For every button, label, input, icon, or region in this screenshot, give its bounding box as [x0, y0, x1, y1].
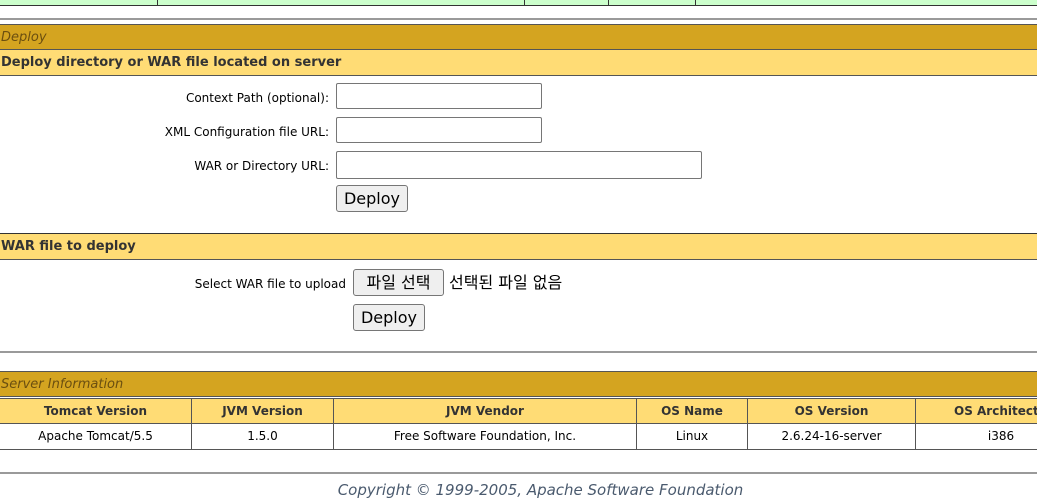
context-path-input[interactable] — [336, 83, 542, 109]
jvm-vendor-value: Free Software Foundation, Inc. — [393, 429, 577, 443]
select-war-label: Select WAR file to upload — [194, 277, 346, 291]
no-file-selected-text: 선택된 파일 없음 — [449, 273, 563, 292]
deploy-war-button[interactable]: Deploy — [353, 304, 425, 331]
header-os-architecture: OS Architecture — [954, 404, 1037, 418]
divider — [0, 472, 1037, 474]
war-directory-url-label: WAR or Directory URL: — [194, 159, 329, 173]
tomcat-version-value: Apache Tomcat/5.5 — [38, 429, 153, 443]
war-upload-subtitle: WAR file to deploy — [0, 234, 1037, 260]
table-cell-divider — [524, 0, 525, 5]
header-jvm-vendor: JVM Vendor — [446, 404, 524, 418]
os-name-value: Linux — [675, 429, 709, 443]
os-architecture-value: i386 — [987, 429, 1015, 443]
header-os-name: OS Name — [661, 404, 723, 418]
xml-config-label: XML Configuration file URL: — [164, 125, 329, 139]
deploy-directory-subtitle: Deploy directory or WAR file located on … — [0, 50, 1037, 76]
deploy-directory-button[interactable]: Deploy — [336, 185, 408, 212]
header-tomcat-version: Tomcat Version — [43, 404, 148, 418]
context-path-label: Context Path (optional): — [185, 91, 329, 105]
table-cell-divider — [695, 0, 696, 5]
divider — [0, 351, 1037, 353]
header-jvm-version: JVM Version — [222, 404, 303, 418]
header-os-version: OS Version — [794, 404, 869, 418]
copyright-footer: Copyright © 1999-2005, Apache Software F… — [337, 481, 744, 499]
jvm-version-value: 1.5.0 — [247, 429, 278, 443]
os-version-value: 2.6.24-16-server — [781, 429, 882, 443]
server-info-section-title: Server Information — [0, 371, 1037, 397]
xml-config-url-input[interactable] — [336, 117, 542, 143]
table-cell-divider — [608, 0, 609, 5]
table-cell-divider — [157, 0, 158, 5]
deploy-section-title: Deploy — [0, 24, 1037, 50]
server-info-data-row: Apache Tomcat/5.5 1.5.0 Free Software Fo… — [0, 424, 1037, 450]
divider — [0, 18, 1037, 20]
choose-file-button[interactable]: 파일 선택 — [353, 269, 444, 296]
war-directory-url-input[interactable] — [336, 151, 702, 179]
server-info-header-row: Tomcat Version JVM Version JVM Vendor OS… — [0, 398, 1037, 424]
previous-table-row — [0, 0, 1037, 6]
